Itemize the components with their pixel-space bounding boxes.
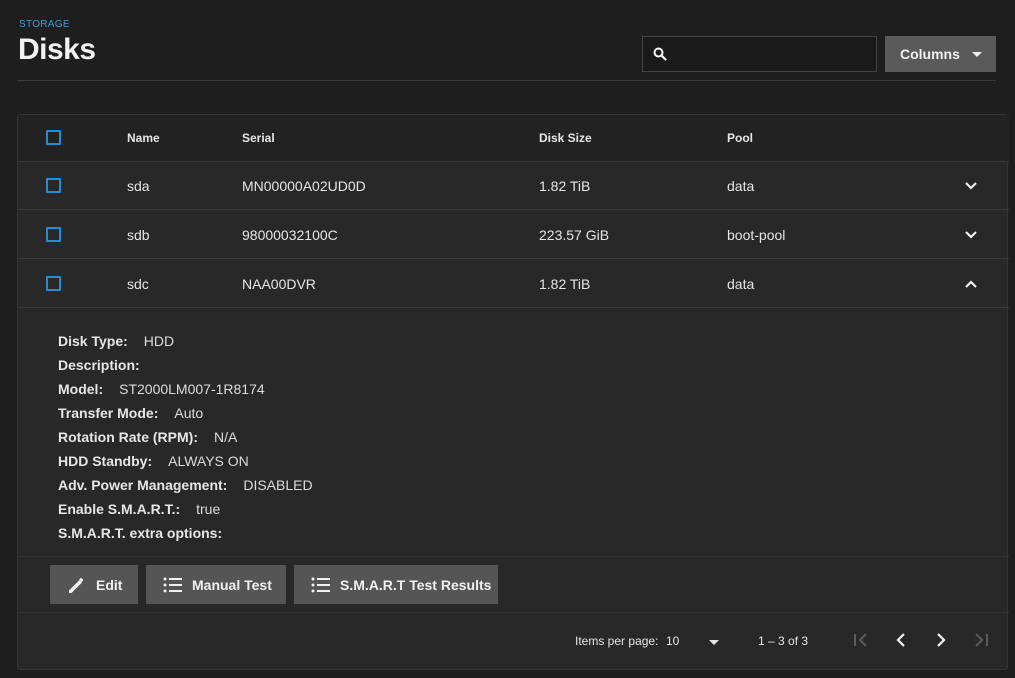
header-divider [17, 80, 996, 81]
disk-size: 223.57 GiB [539, 226, 610, 243]
caret-down-icon[interactable] [709, 640, 719, 645]
first-page-icon[interactable] [851, 630, 871, 650]
detail-enable-smart: Enable S.M.A.R.T.: true [58, 497, 313, 521]
disk-name: sda [127, 177, 150, 194]
page-range: 1 – 3 of 3 [758, 634, 809, 648]
smart-test-results-button[interactable]: S.M.A.R.T Test Results [294, 565, 498, 604]
columns-label: Columns [900, 46, 960, 62]
table-row[interactable]: sda MN00000A02UD0D 1.82 TiB data [18, 162, 1009, 210]
table-row[interactable]: sdc NAA00DVR 1.82 TiB data [18, 260, 1009, 308]
edit-button[interactable]: Edit [50, 565, 138, 604]
actions-divider [18, 556, 1009, 557]
detail-disk-type: Disk Type: HDD [58, 329, 313, 353]
detail-value: DISABLED [243, 477, 313, 493]
disk-serial: 98000032100C [242, 226, 338, 243]
detail-label: Transfer Mode: [58, 405, 159, 421]
disk-size: 1.82 TiB [539, 177, 591, 194]
search-box[interactable] [642, 36, 877, 72]
column-header-name[interactable]: Name [127, 115, 160, 161]
chevron-down-icon[interactable] [964, 228, 978, 242]
row-checkbox[interactable] [46, 178, 61, 193]
detail-smart-options: S.M.A.R.T. extra options: [58, 521, 313, 545]
column-header-disk-size[interactable]: Disk Size [539, 115, 592, 161]
page-title: Disks [18, 33, 96, 66]
pencil-icon [69, 577, 85, 593]
detail-transfer-mode: Transfer Mode: Auto [58, 401, 313, 425]
last-page-icon[interactable] [971, 630, 991, 650]
disks-page: STORAGE Disks Columns Name Serial Disk S… [0, 0, 1015, 678]
list-icon [163, 577, 182, 592]
disk-pool: data [727, 275, 755, 292]
table-row[interactable]: sdb 98000032100C 223.57 GiB boot-pool [18, 211, 1009, 259]
detail-label: Description: [58, 357, 140, 373]
column-header-pool[interactable]: Pool [727, 115, 753, 161]
list-icon [311, 577, 330, 592]
select-all-checkbox[interactable] [46, 130, 61, 145]
detail-label: Rotation Rate (RPM): [58, 429, 198, 445]
disks-table: Name Serial Disk Size Pool sda MN00000A0… [17, 114, 1009, 670]
disk-details: Disk Type: HDD Description: Model: ST200… [58, 329, 313, 545]
next-page-icon[interactable] [931, 630, 951, 650]
disk-serial: NAA00DVR [242, 275, 316, 292]
detail-hdd-standby: HDD Standby: ALWAYS ON [58, 449, 313, 473]
detail-value: true [196, 501, 221, 517]
detail-description: Description: [58, 353, 313, 377]
detail-power-management: Adv. Power Management: DISABLED [58, 473, 313, 497]
caret-down-icon [972, 52, 982, 57]
detail-label: Disk Type: [58, 333, 128, 349]
chevron-up-icon[interactable] [964, 277, 978, 291]
detail-value: HDD [143, 333, 175, 349]
detail-label: S.M.A.R.T. extra options: [58, 525, 223, 541]
breadcrumb[interactable]: STORAGE [19, 19, 70, 30]
disk-pool: data [727, 177, 755, 194]
column-header-serial[interactable]: Serial [242, 115, 275, 161]
detail-label: Enable S.M.A.R.T.: [58, 501, 181, 517]
detail-rotation-rate: Rotation Rate (RPM): N/A [58, 425, 313, 449]
items-per-page-label: Items per page: [575, 634, 659, 648]
chevron-down-icon[interactable] [964, 179, 978, 193]
row-checkbox[interactable] [46, 276, 61, 291]
disk-name: sdc [127, 275, 149, 292]
detail-value: ALWAYS ON [168, 453, 249, 469]
previous-page-icon[interactable] [891, 630, 911, 650]
edit-label: Edit [96, 576, 123, 593]
detail-value: Auto [174, 405, 204, 421]
smart-test-results-label: S.M.A.R.T Test Results [340, 576, 492, 593]
manual-test-button[interactable]: Manual Test [146, 565, 286, 604]
disk-serial: MN00000A02UD0D [242, 177, 366, 194]
page-size-select[interactable]: 10 [666, 634, 679, 648]
disk-name: sdb [127, 226, 150, 243]
detail-label: Model: [58, 381, 104, 397]
paginator: Items per page: 10 1 – 3 of 3 [18, 613, 1009, 669]
disk-pool: boot-pool [727, 226, 786, 243]
columns-button[interactable]: Columns [885, 36, 996, 72]
detail-value: ST2000LM007-1R8174 [119, 381, 265, 397]
disk-size: 1.82 TiB [539, 275, 591, 292]
detail-label: Adv. Power Management: [58, 477, 228, 493]
detail-label: HDD Standby: [58, 453, 153, 469]
manual-test-label: Manual Test [192, 576, 272, 593]
table-header-row: Name Serial Disk Size Pool [18, 115, 1009, 162]
search-icon [653, 47, 667, 61]
detail-value: N/A [214, 429, 238, 445]
row-checkbox[interactable] [46, 227, 61, 242]
search-input[interactable] [667, 37, 876, 71]
detail-model: Model: ST2000LM007-1R8174 [58, 377, 313, 401]
